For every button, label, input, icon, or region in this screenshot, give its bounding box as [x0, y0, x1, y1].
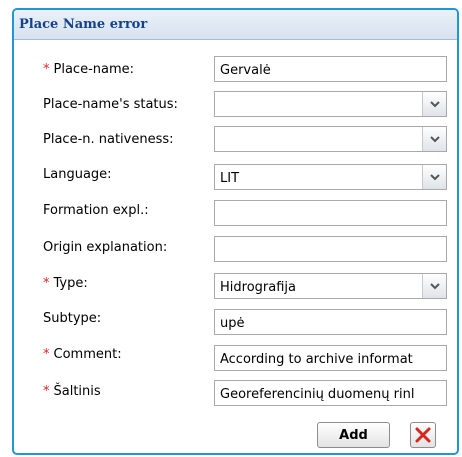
chevron-down-icon	[429, 173, 440, 180]
source-label: * Šaltinis	[43, 384, 101, 399]
language-value: LIT	[220, 171, 240, 186]
origin-explanation-label: Origin explanation:	[43, 240, 168, 255]
language-trigger[interactable]	[422, 165, 446, 189]
comment-label: * Comment:	[43, 347, 122, 362]
comment-input[interactable]: According to archive informat	[214, 345, 447, 371]
subtype-label: Subtype:	[43, 311, 102, 326]
chevron-down-icon	[429, 282, 440, 289]
language-select[interactable]: LIT	[214, 164, 447, 190]
type-select[interactable]: Hidrografija	[214, 273, 447, 299]
source-input[interactable]: Georeferencinių duomenų rinl	[214, 380, 447, 406]
required-marker: *	[43, 62, 50, 77]
chevron-down-icon	[429, 135, 440, 142]
place-name-nativeness-select[interactable]	[214, 126, 447, 152]
add-button[interactable]: Add	[317, 422, 390, 448]
type-label: * Type:	[43, 276, 88, 291]
dialog-title: Place Name error	[19, 17, 148, 32]
place-name-input[interactable]: Gervalė	[214, 56, 447, 82]
place-name-error-dialog: Place Name error * Place-name: Gervalė Pl…	[12, 8, 459, 455]
close-icon	[415, 427, 431, 443]
place-name-status-label: Place-name's status:	[43, 97, 178, 112]
chevron-down-icon	[429, 100, 440, 107]
type-trigger[interactable]	[422, 274, 446, 298]
place-name-label: * Place-name:	[43, 62, 135, 77]
required-marker: *	[43, 347, 50, 362]
language-label: Language:	[43, 167, 112, 182]
cancel-button[interactable]	[410, 422, 436, 448]
place-name-nativeness-label: Place-n. nativeness:	[43, 132, 174, 147]
origin-explanation-input[interactable]	[214, 236, 447, 262]
required-marker: *	[43, 276, 50, 291]
formation-explanation-input[interactable]	[214, 200, 447, 226]
subtype-input[interactable]: upė	[214, 309, 447, 335]
required-marker: *	[43, 384, 50, 399]
type-value: Hidrografija	[220, 280, 296, 295]
formation-explanation-label: Formation expl.:	[43, 203, 149, 218]
place-name-status-trigger[interactable]	[422, 92, 446, 116]
dialog-titlebar: Place Name error	[14, 10, 457, 40]
place-name-status-select[interactable]	[214, 91, 447, 117]
place-name-nativeness-trigger[interactable]	[422, 127, 446, 151]
